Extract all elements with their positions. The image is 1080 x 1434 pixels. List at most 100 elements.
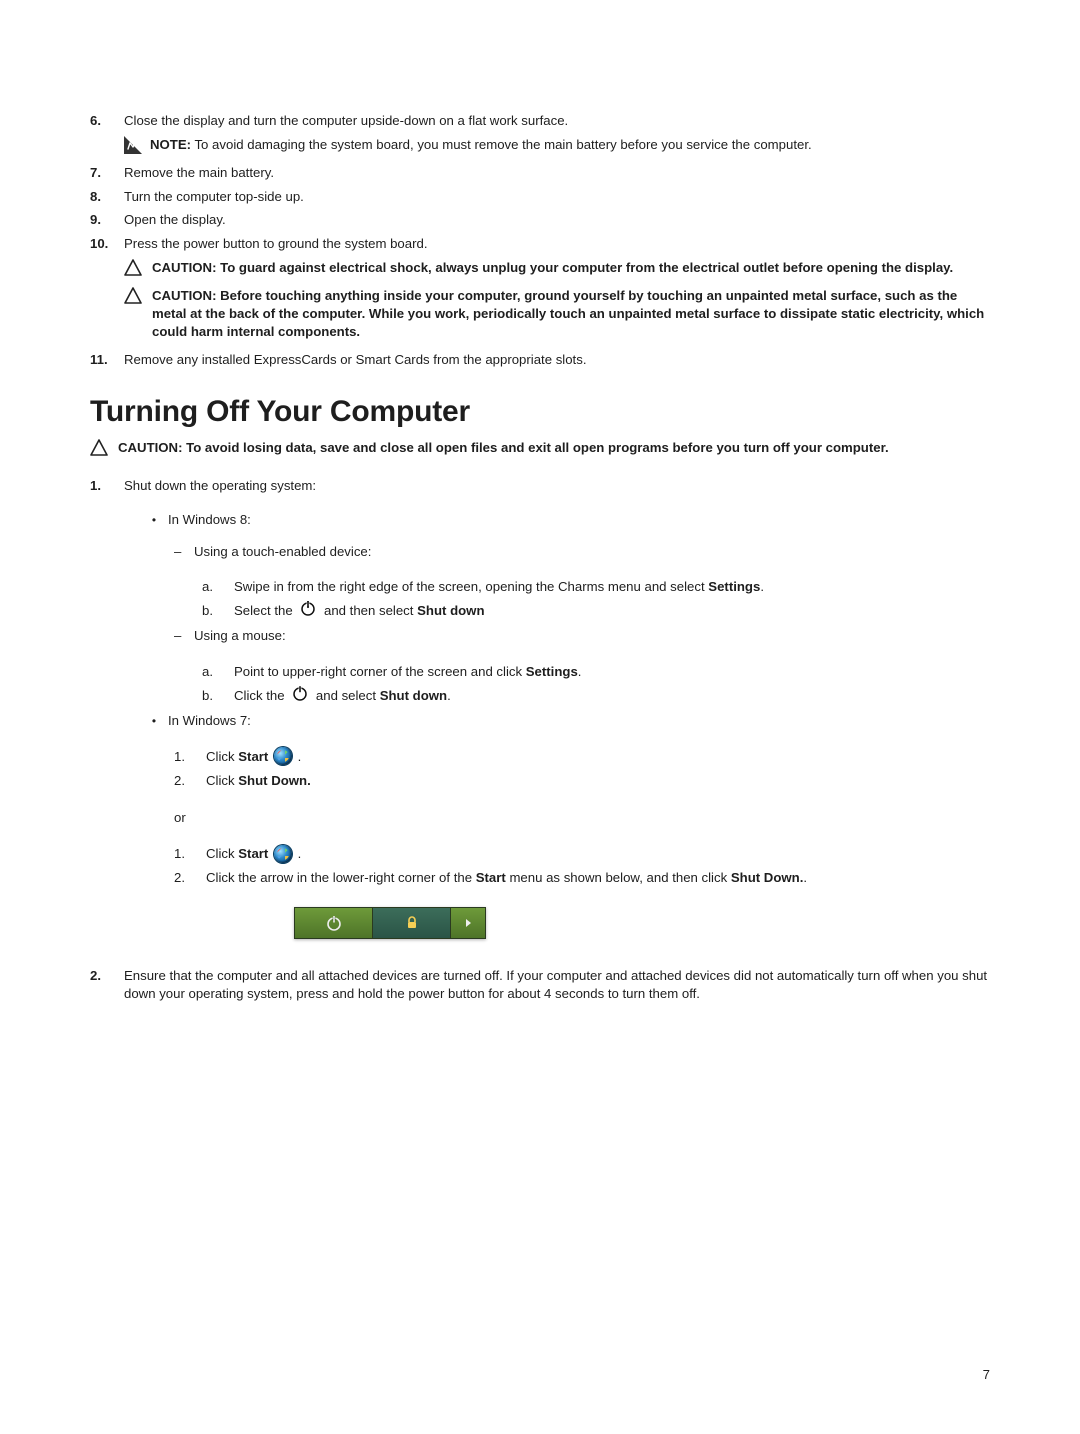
caution-body: To guard against electrical shock, alway… (220, 260, 953, 275)
caution-label: CAUTION: (118, 440, 182, 455)
step-9: 9. Open the display. (90, 211, 990, 229)
win7-p2-2: 2. Click the arrow in the lower-right co… (174, 869, 990, 887)
step-text: Close the display and turn the computer … (108, 112, 990, 130)
text-post: . (578, 664, 582, 679)
step-7: 7. Remove the main battery. (90, 164, 990, 182)
start-bold: Start (238, 749, 268, 764)
step-6: 6. Close the display and turn the comput… (90, 112, 990, 130)
section-caution: CAUTION: To avoid losing data, save and … (90, 439, 990, 457)
step-text: Shut down the operating system: (108, 477, 990, 495)
start-bold: Start (476, 870, 506, 885)
caution-text: CAUTION: Before touching anything inside… (152, 287, 990, 340)
bullet-dot: • (148, 712, 160, 730)
page-number: 7 (983, 1366, 990, 1384)
text-pre: Point to upper-right corner of the scree… (234, 664, 526, 679)
step-number: 1. (90, 477, 108, 495)
shutdown-bold: Shut Down. (238, 773, 311, 788)
num-2: 2. (174, 772, 190, 790)
step-text: Turn the computer top-side up. (108, 188, 990, 206)
win8-touch-label: Using a touch-enabled device: (188, 543, 990, 561)
step-text: Select the and then select Shut down (218, 602, 990, 621)
step-text: Press the power button to ground the sys… (108, 235, 990, 253)
shutdown-bold: Shut down (380, 688, 447, 703)
letter-a: a. (202, 578, 218, 596)
step-10: 10. Press the power button to ground the… (90, 235, 990, 253)
win8-mouse-b: b. Click the and select Shut down. (202, 687, 990, 706)
shutdown-step-2: 2. Ensure that the computer and all atta… (90, 967, 990, 1003)
text-pre: Click (206, 773, 238, 788)
step-number: 7. (90, 164, 108, 182)
text-mid: and select (316, 688, 380, 703)
dash: – (174, 543, 188, 561)
shutdown-step-1: 1. Shut down the operating system: (90, 477, 990, 495)
start-orb-icon (274, 845, 292, 863)
num-1: 1. (174, 748, 190, 766)
power-segment (295, 908, 373, 938)
text-pre: Click the (234, 688, 288, 703)
caution-label: CAUTION: (152, 260, 216, 275)
step-number: 9. (90, 211, 108, 229)
step-number: 2. (90, 967, 108, 985)
settings-bold: Settings (526, 664, 578, 679)
win7-label: In Windows 7: (160, 712, 990, 730)
text-pre: Click (206, 749, 238, 764)
text-mid: menu as shown below, and then click (506, 870, 731, 885)
step-text: Open the display. (108, 211, 990, 229)
step-number: 8. (90, 188, 108, 206)
step-text: Point to upper-right corner of the scree… (218, 663, 990, 681)
caution-icon (90, 439, 108, 457)
step-number: 11. (90, 351, 108, 369)
caution-icon (124, 259, 142, 277)
text-post: . (760, 579, 764, 594)
letter-a: a. (202, 663, 218, 681)
note-label: NOTE: (150, 137, 191, 152)
step-text: Click the and select Shut down. (218, 687, 990, 706)
note-icon (124, 136, 142, 154)
text-mid: and then select (324, 603, 417, 618)
text-post: . (447, 688, 451, 703)
letter-b: b. (202, 602, 218, 620)
num-2: 2. (174, 869, 190, 887)
or-separator: or (174, 809, 990, 827)
caution-block-2: CAUTION: Before touching anything inside… (124, 287, 990, 340)
step-11: 11. Remove any installed ExpressCards or… (90, 351, 990, 369)
bullet-dot: • (148, 511, 160, 529)
settings-bold: Settings (708, 579, 760, 594)
caution-icon (124, 287, 142, 305)
power-icon (291, 684, 309, 707)
caution-block-1: CAUTION: To guard against electrical sho… (124, 259, 990, 277)
step-text: Swipe in from the right edge of the scre… (218, 578, 990, 596)
document-page: 6. Close the display and turn the comput… (0, 0, 1080, 1434)
win8-bullet: • In Windows 8: (148, 511, 990, 529)
step-text: Ensure that the computer and all attache… (108, 967, 990, 1003)
num-1: 1. (174, 845, 190, 863)
step-text: Click the arrow in the lower-right corne… (190, 869, 990, 887)
text-pre: Click the arrow in the lower-right corne… (206, 870, 476, 885)
text-post: . (294, 846, 301, 861)
win7-p2-1: 1. Click Start . (174, 845, 990, 863)
text-post: . (294, 749, 301, 764)
lock-segment (373, 908, 451, 938)
step-text: Remove any installed ExpressCards or Sma… (108, 351, 990, 369)
win8-touch-row: – Using a touch-enabled device: (174, 543, 990, 561)
step-text: Click Shut Down. (190, 772, 990, 790)
step-text: Click Start . (190, 845, 990, 863)
shutdown-bold: Shut Down. (731, 870, 804, 885)
shutdown-bar-image (294, 907, 990, 939)
step-8: 8. Turn the computer top-side up. (90, 188, 990, 206)
section-heading: Turning Off Your Computer (90, 392, 990, 433)
caution-text: CAUTION: To avoid losing data, save and … (118, 439, 990, 457)
win7-p1-1: 1. Click Start . (174, 748, 990, 766)
note-block: NOTE: To avoid damaging the system board… (124, 136, 990, 154)
note-body: To avoid damaging the system board, you … (194, 137, 811, 152)
win8-touch-a: a. Swipe in from the right edge of the s… (202, 578, 990, 596)
win7-p1-2: 2. Click Shut Down. (174, 772, 990, 790)
caution-text: CAUTION: To guard against electrical sho… (152, 259, 990, 277)
caution-body: To avoid losing data, save and close all… (186, 440, 889, 455)
text-pre: Swipe in from the right edge of the scre… (234, 579, 708, 594)
text-pre: Select the (234, 603, 296, 618)
step-number: 6. (90, 112, 108, 130)
step-number: 10. (90, 235, 108, 253)
power-icon (299, 599, 317, 622)
start-bold: Start (238, 846, 268, 861)
